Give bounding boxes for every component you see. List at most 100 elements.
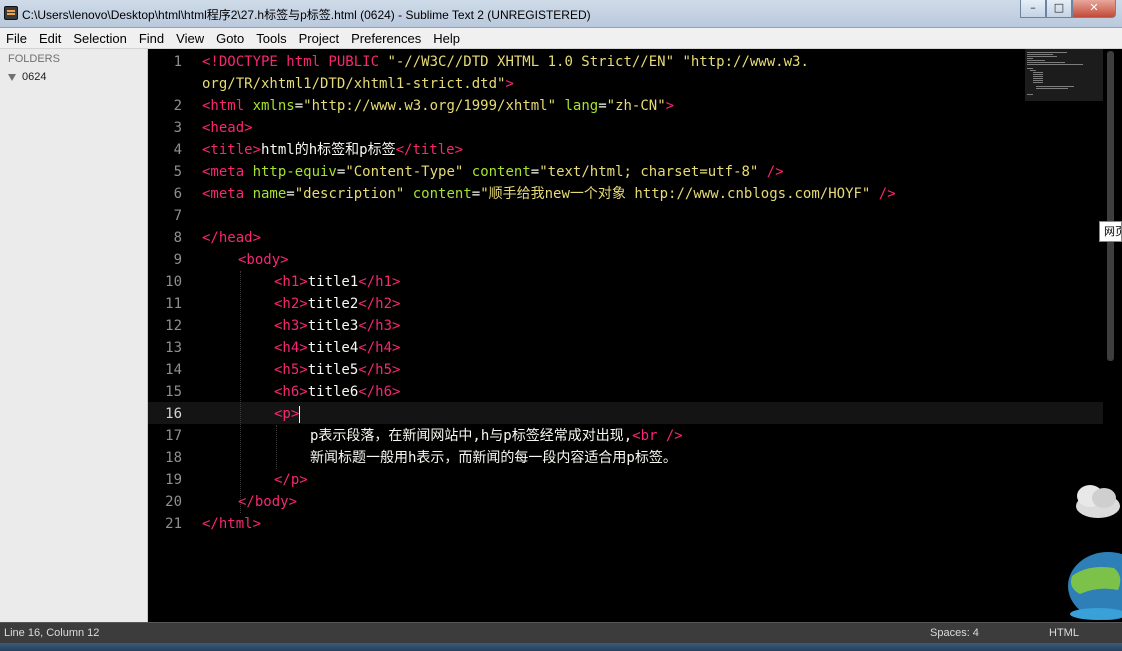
code-line-4: <title>html的h标签和p标签</title> [202, 139, 463, 161]
code-line-6: <meta name="description" content="顺手给我ne… [202, 183, 896, 205]
text-token: title1 [307, 274, 359, 290]
minimap-line [1036, 86, 1074, 87]
tag-token: /> [870, 186, 896, 202]
line-number: 6 [173, 186, 182, 202]
line-number: 2 [173, 98, 182, 114]
code-line-14: <h5>title5</h5> [274, 359, 400, 381]
minimap[interactable] [1025, 49, 1103, 101]
menu-tools[interactable]: Tools [250, 31, 292, 46]
attr-token: content [412, 186, 472, 202]
tag-token: <p> [274, 406, 300, 422]
minimap-line [1027, 64, 1083, 65]
tag-token: </p> [274, 472, 308, 488]
line-number: 21 [165, 516, 182, 532]
cloud-widget-icon[interactable] [1068, 478, 1122, 523]
code-line-12: <h3>title3</h3> [274, 315, 400, 337]
tag-token: <body> [238, 252, 289, 268]
line-number: 7 [173, 208, 182, 224]
tag-token: <h3> [274, 318, 308, 334]
line-number: 10 [165, 274, 182, 290]
minimap-line [1027, 60, 1045, 61]
line-number: 20 [165, 494, 182, 510]
window-controls: – □ ✕ [1020, 0, 1116, 18]
line-number: 8 [173, 230, 182, 246]
menu-view[interactable]: View [170, 31, 210, 46]
tag-token: /> [758, 164, 784, 180]
tag-token: </h3> [358, 318, 401, 334]
minimap-line [1033, 80, 1043, 81]
tag-token: </html> [202, 516, 262, 532]
minimap-line [1027, 68, 1033, 69]
code-editor[interactable]: 1 2 3 4 5 6 7 8 9 10 11 12 13 14 15 16 1… [148, 49, 1103, 622]
minimize-icon[interactable]: – [1020, 0, 1046, 18]
minimap-line [1027, 62, 1065, 63]
code-line-9: <body> [238, 249, 289, 271]
string-token: "Content-Type" [345, 164, 464, 180]
code-line-1: <!DOCTYPE html PUBLIC "-//W3C//DTD XHTML… [202, 51, 809, 73]
peek-tooltip: 网页 [1099, 221, 1122, 242]
doctype-token: <!DOCTYPE html PUBLIC [202, 54, 388, 70]
tag-token: > [505, 76, 514, 92]
minimap-line [1027, 52, 1067, 53]
line-number: 15 [165, 384, 182, 400]
menu-edit[interactable]: Edit [33, 31, 67, 46]
tag-token: </h5> [358, 362, 401, 378]
syntax-selector[interactable]: HTML [1049, 627, 1079, 639]
string-token: "description" [294, 186, 405, 202]
code-line-3: <head> [202, 117, 253, 139]
code-line-11: <h2>title2</h2> [274, 293, 400, 315]
text-token: html的h标签和p标签 [261, 142, 396, 158]
string-token: "text/html; charset=utf-8" [539, 164, 759, 180]
code-line-16: <p> [274, 403, 301, 425]
menu-file[interactable]: File [0, 31, 33, 46]
vertical-scrollbar[interactable] [1103, 49, 1122, 622]
close-icon[interactable]: ✕ [1072, 0, 1116, 18]
menu-bar: File Edit Selection Find View Goto Tools… [0, 28, 1122, 49]
string-token: "顺手给我new一个对象 http://www.cnblogs.com/HOYF… [480, 186, 871, 202]
menu-find[interactable]: Find [133, 31, 170, 46]
equals-token: = [471, 186, 481, 202]
folder-item[interactable]: 0624 [8, 71, 46, 83]
code-line-20: </body> [238, 491, 297, 513]
globe-widget-icon[interactable] [1068, 546, 1122, 622]
menu-project[interactable]: Project [293, 31, 345, 46]
attr-token: xmlns [252, 98, 295, 114]
line-number: 13 [165, 340, 182, 356]
text-token: title2 [307, 296, 359, 312]
sidebar: FOLDERS 0624 [0, 49, 148, 622]
code-line-8: </head> [202, 227, 261, 249]
line-number: 17 [165, 428, 182, 444]
text-token: title5 [307, 362, 359, 378]
text-token: title6 [307, 384, 359, 400]
taskbar-edge [0, 643, 1122, 651]
tag-token: <h6> [274, 384, 308, 400]
window-title: C:\Users\lenovo\Desktop\html\html程序2\27.… [22, 8, 591, 22]
expand-triangle-icon[interactable] [8, 73, 16, 81]
line-number: 12 [165, 318, 182, 334]
menu-help[interactable]: Help [427, 31, 466, 46]
code-line-2: <html xmlns="http://www.w3.org/1999/xhtm… [202, 95, 674, 117]
tag-token: <h1> [274, 274, 308, 290]
indent-guide [240, 271, 241, 513]
minimap-line [1027, 58, 1033, 59]
indentation-setting[interactable]: Spaces: 4 [930, 627, 979, 639]
text-cursor [299, 405, 301, 423]
tag-token: </title> [395, 142, 464, 158]
attr-token: lang [564, 98, 599, 114]
line-number: 4 [173, 142, 182, 158]
attr-token: name [252, 186, 287, 202]
menu-preferences[interactable]: Preferences [345, 31, 427, 46]
attr-token: content [471, 164, 531, 180]
scrollbar-thumb[interactable] [1107, 51, 1114, 361]
menu-goto[interactable]: Goto [210, 31, 250, 46]
minimap-line [1030, 70, 1036, 71]
sublime-app-icon[interactable] [4, 6, 18, 20]
string-token: "zh-CN" [606, 98, 666, 114]
maximize-icon[interactable]: □ [1046, 0, 1072, 18]
tag-token: </body> [238, 494, 298, 510]
code-line-17: p表示段落，在新闻网站中,h与p标签经常成对出现,<br /> [310, 425, 683, 447]
tag-token: <h4> [274, 340, 308, 356]
menu-selection[interactable]: Selection [67, 31, 132, 46]
tag-token: <h2> [274, 296, 308, 312]
